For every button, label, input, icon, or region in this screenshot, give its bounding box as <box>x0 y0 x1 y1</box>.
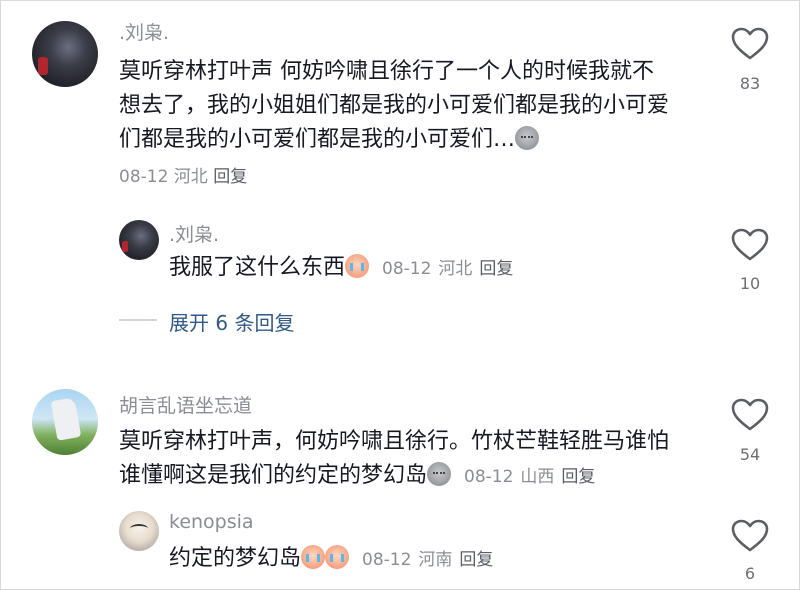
avatar[interactable] <box>32 21 98 87</box>
crying-face-emoji <box>325 545 350 569</box>
reply-username[interactable]: kenopsia <box>169 511 254 533</box>
expand-replies-button[interactable]: 展开 6 条回复 <box>169 307 294 336</box>
crying-face-emoji <box>345 254 370 278</box>
reply-date: 08-12 <box>382 259 432 279</box>
comment-text-line: 们都是我的小可爱们都是我的小可爱们… <box>119 123 669 157</box>
comment-text: 莫听穿林打叶声 何妨吟啸且徐行了一个人的时候我就不 想去了，我的小姐姐们都是我的… <box>119 55 669 157</box>
heart-outline-icon <box>731 27 769 60</box>
heart-outline-icon <box>731 228 769 261</box>
comment-text-line: 莫听穿林打叶声，何妨吟啸且徐行。竹杖芒鞋轻胜马谁怕 <box>119 429 670 454</box>
like-count: 83 <box>739 74 761 93</box>
comment-text-line: 谁懂啊这是我们的约定的梦幻岛 08-12 山西 回复 <box>119 462 596 488</box>
like-count: 10 <box>739 274 761 293</box>
comment-username[interactable]: .刘枭. <box>119 18 169 45</box>
reply-button[interactable]: 回复 <box>479 259 513 279</box>
like-count: 54 <box>739 445 761 464</box>
expand-divider <box>119 319 157 321</box>
comment-date: 08-12 <box>119 167 169 187</box>
like-button[interactable] <box>731 27 769 61</box>
avatar[interactable] <box>119 220 159 260</box>
sweat-face-emoji <box>427 462 452 486</box>
comment-location: 河北 <box>173 167 208 187</box>
comment-username[interactable]: 胡言乱语坐忘道 <box>119 391 252 418</box>
comment-text: 莫听穿林打叶声，何妨吟啸且徐行。竹杖芒鞋轻胜马谁怕 谁懂啊这是我们的约定的梦幻岛… <box>119 425 669 494</box>
reply-text: 我服了这什么东西 <box>169 255 346 280</box>
reply-location: 河南 <box>418 550 453 570</box>
reply-button[interactable]: 回复 <box>213 167 247 187</box>
comment-meta: 08-12 河北 回复 <box>119 162 247 187</box>
comment-text-line: 想去了，我的小姐姐们都是我的小可爱们都是我的小可爱 <box>119 93 670 118</box>
like-button[interactable] <box>731 228 769 262</box>
reply-button[interactable]: 回复 <box>561 467 595 487</box>
comment-date: 08-12 <box>464 467 514 487</box>
reply-line: 约定的梦幻岛 08-12 河南 回复 <box>169 542 493 577</box>
like-button[interactable] <box>731 398 769 432</box>
reply-date: 08-12 <box>362 550 412 570</box>
sweat-face-emoji <box>515 126 540 150</box>
avatar[interactable] <box>119 511 159 551</box>
heart-outline-icon <box>731 398 769 431</box>
like-button[interactable] <box>731 519 769 553</box>
like-count: 6 <box>744 564 756 583</box>
reply-username[interactable]: .刘枭. <box>169 220 219 247</box>
reply-location: 河北 <box>438 259 473 279</box>
heart-outline-icon <box>731 519 769 552</box>
reply-text: 约定的梦幻岛 <box>169 546 302 571</box>
comment-text-line: 莫听穿林打叶声 何妨吟啸且徐行了一个人的时候我就不 <box>119 59 654 84</box>
reply-button[interactable]: 回复 <box>459 550 493 570</box>
crying-face-emoji <box>301 545 326 569</box>
avatar[interactable] <box>32 389 98 455</box>
comment-location: 山西 <box>520 467 555 487</box>
reply-line: 我服了这什么东西 08-12 河北 回复 <box>169 251 513 286</box>
